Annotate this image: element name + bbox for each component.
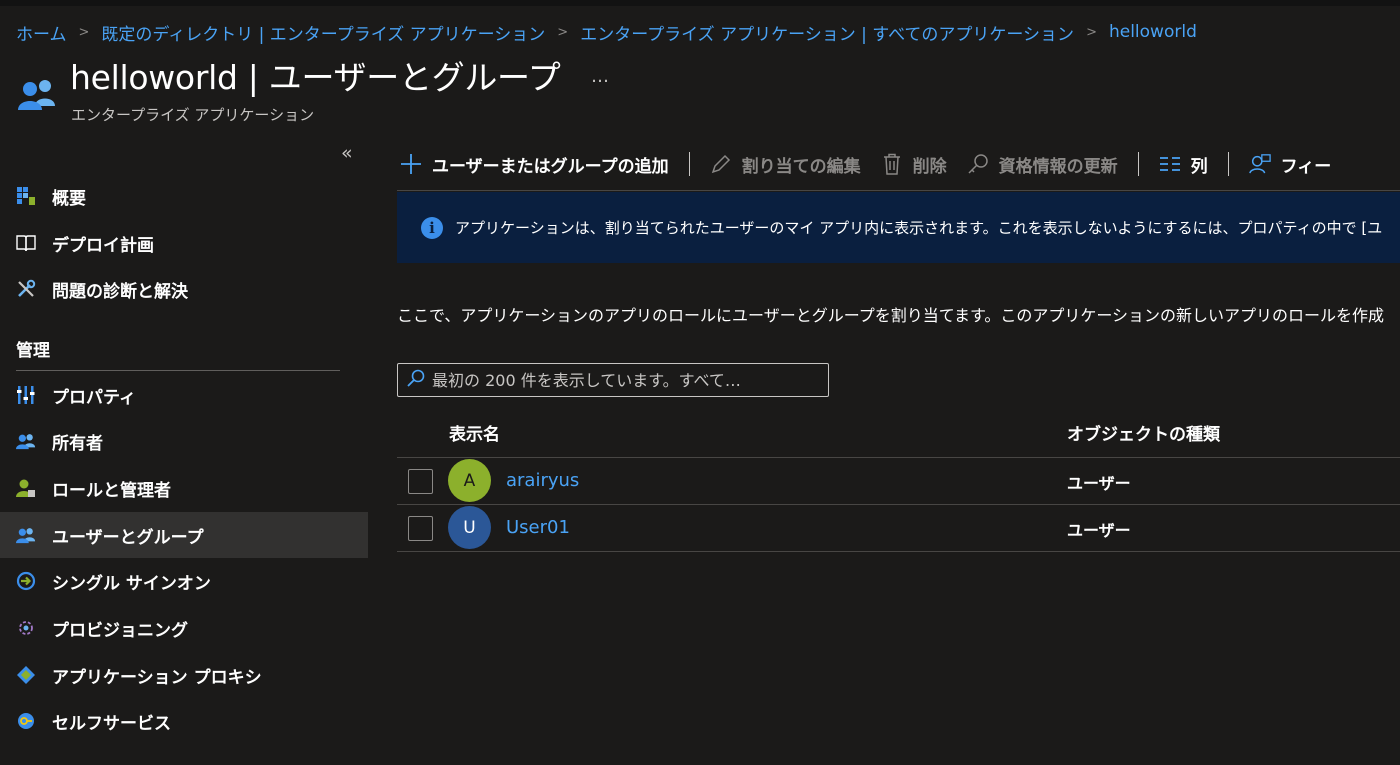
info-icon: i bbox=[421, 216, 443, 239]
search-box[interactable] bbox=[397, 363, 829, 397]
book-icon bbox=[16, 233, 36, 253]
sidebar-item-single-sign-on[interactable]: シングル サインオン bbox=[0, 558, 368, 604]
top-strip bbox=[0, 0, 1400, 6]
page-description: ここで、アプリケーションのアプリのロールにユーザーとグループを割り当てます。この… bbox=[397, 306, 1385, 325]
sidebar-item-label: プロパティ bbox=[52, 387, 136, 408]
toolbar-divider-line bbox=[397, 190, 1400, 191]
breadcrumb-directory-enterprise-apps[interactable]: 既定のディレクトリ | エンタープライズ アプリケーション bbox=[101, 20, 545, 45]
add-user-or-group-button[interactable]: ユーザーまたはグループの追加 bbox=[400, 152, 669, 177]
feedback-person-icon bbox=[1248, 153, 1271, 175]
sso-icon bbox=[16, 571, 36, 591]
page-subtitle: エンタープライズ アプリケーション bbox=[71, 106, 315, 124]
feedback-label: フィー bbox=[1280, 156, 1332, 177]
sidebar-item-label: シングル サインオン bbox=[52, 573, 211, 594]
update-credentials-label: 資格情報の更新 bbox=[998, 156, 1118, 177]
delete-label: 削除 bbox=[912, 156, 947, 177]
delete-button[interactable]: 削除 bbox=[881, 152, 947, 177]
columns-icon bbox=[1159, 153, 1181, 175]
breadcrumb-helloworld[interactable]: helloworld bbox=[1109, 22, 1197, 42]
feedback-button[interactable]: フィー bbox=[1248, 152, 1332, 177]
sidebar-item-label: ユーザーとグループ bbox=[52, 527, 204, 548]
columns-button[interactable]: 列 bbox=[1159, 152, 1208, 177]
sidebar-item-app-proxy[interactable]: アプリケーション プロキシ bbox=[0, 652, 368, 698]
self-service-icon bbox=[16, 711, 36, 731]
edit-assignment-label: 割り当ての編集 bbox=[741, 156, 861, 177]
sidebar-item-self-service[interactable]: セルフサービス bbox=[0, 698, 368, 744]
pencil-icon bbox=[710, 153, 732, 175]
sidebar-section-manage: 管理 bbox=[16, 341, 50, 361]
sidebar-item-label: ロールと管理者 bbox=[52, 480, 171, 501]
key-icon bbox=[967, 153, 989, 175]
object-type-cell: ユーザー bbox=[1067, 474, 1131, 493]
collapse-sidebar-button[interactable]: « bbox=[341, 142, 353, 164]
sidebar-item-owners[interactable]: 所有者 bbox=[0, 418, 368, 464]
provisioning-icon bbox=[16, 618, 36, 638]
properties-sliders-icon bbox=[16, 385, 36, 405]
search-icon bbox=[406, 368, 426, 392]
users-groups-icon bbox=[16, 525, 36, 545]
trash-icon bbox=[881, 153, 903, 175]
breadcrumb: ホーム > 既定のディレクトリ | エンタープライズ アプリケーション > エン… bbox=[16, 19, 1197, 45]
sidebar-item-label: 問題の診断と解決 bbox=[52, 281, 188, 302]
grid-overview-icon bbox=[16, 186, 36, 206]
chevron-right-icon: > bbox=[1086, 24, 1097, 40]
sidebar-item-label: アプリケーション プロキシ bbox=[52, 667, 262, 688]
object-type-cell: ユーザー bbox=[1067, 521, 1131, 540]
sidebar-item-overview[interactable]: 概要 bbox=[0, 173, 368, 219]
avatar: U bbox=[448, 506, 491, 549]
command-bar: ユーザーまたはグループの追加 割り当ての編集 削除 資格情報の更新 列 フィー bbox=[400, 140, 1351, 188]
more-options-button[interactable]: … bbox=[591, 66, 610, 87]
roles-admins-icon bbox=[16, 478, 36, 498]
toolbar-divider bbox=[1137, 152, 1139, 176]
sidebar-item-label: 所有者 bbox=[52, 433, 103, 454]
toolbar-divider bbox=[688, 152, 690, 176]
sidebar-item-provisioning[interactable]: プロビジョニング bbox=[0, 605, 368, 651]
edit-assignment-button[interactable]: 割り当ての編集 bbox=[710, 152, 861, 177]
sidebar-item-deployment-plan[interactable]: デプロイ計画 bbox=[0, 220, 368, 266]
info-banner-text: アプリケーションは、割り当てられたユーザーのマイ アプリ内に表示されます。これを… bbox=[455, 219, 1383, 237]
app-proxy-icon bbox=[16, 665, 36, 685]
sidebar-item-label: 概要 bbox=[52, 188, 86, 209]
sidebar-item-label: プロビジョニング bbox=[52, 620, 188, 641]
info-banner: i アプリケーションは、割り当てられたユーザーのマイ アプリ内に表示されます。こ… bbox=[397, 192, 1400, 263]
sidebar-item-diagnose-solve[interactable]: 問題の診断と解決 bbox=[0, 266, 368, 312]
breadcrumb-all-applications[interactable]: エンタープライズ アプリケーション | すべてのアプリケーション bbox=[580, 20, 1074, 45]
toolbar-divider bbox=[1227, 152, 1229, 176]
sidebar-divider bbox=[16, 370, 340, 371]
table-row[interactable]: A arairyus ユーザー bbox=[397, 457, 1400, 504]
page-title: helloworld | ユーザーとグループ bbox=[70, 58, 561, 97]
user-link-user01[interactable]: User01 bbox=[506, 517, 570, 538]
sidebar-item-properties[interactable]: プロパティ bbox=[0, 372, 368, 418]
column-header-object-type[interactable]: オブジェクトの種類 bbox=[1067, 420, 1220, 445]
search-input[interactable] bbox=[432, 370, 822, 390]
update-credentials-button[interactable]: 資格情報の更新 bbox=[967, 152, 1118, 177]
avatar: A bbox=[448, 459, 491, 502]
row-checkbox[interactable] bbox=[408, 516, 433, 541]
columns-label: 列 bbox=[1190, 156, 1208, 177]
sidebar-item-label: セルフサービス bbox=[52, 713, 171, 734]
plus-icon bbox=[400, 153, 422, 175]
add-user-or-group-label: ユーザーまたはグループの追加 bbox=[432, 156, 669, 177]
sidebar-item-users-groups[interactable]: ユーザーとグループ bbox=[0, 512, 368, 558]
users-groups-title-icon bbox=[14, 76, 60, 112]
table-row[interactable]: U User01 ユーザー bbox=[397, 504, 1400, 552]
wrench-icon bbox=[16, 279, 36, 299]
sidebar-item-roles-admins[interactable]: ロールと管理者 bbox=[0, 465, 368, 511]
breadcrumb-home[interactable]: ホーム bbox=[16, 20, 67, 45]
column-header-display-name[interactable]: 表示名 bbox=[449, 420, 500, 445]
owners-icon bbox=[16, 431, 36, 451]
chevron-right-icon: > bbox=[78, 24, 90, 40]
chevron-right-icon: > bbox=[557, 24, 569, 40]
user-link-arairyus[interactable]: arairyus bbox=[506, 470, 579, 491]
sidebar-item-label: デプロイ計画 bbox=[52, 235, 154, 256]
row-checkbox[interactable] bbox=[408, 469, 433, 494]
